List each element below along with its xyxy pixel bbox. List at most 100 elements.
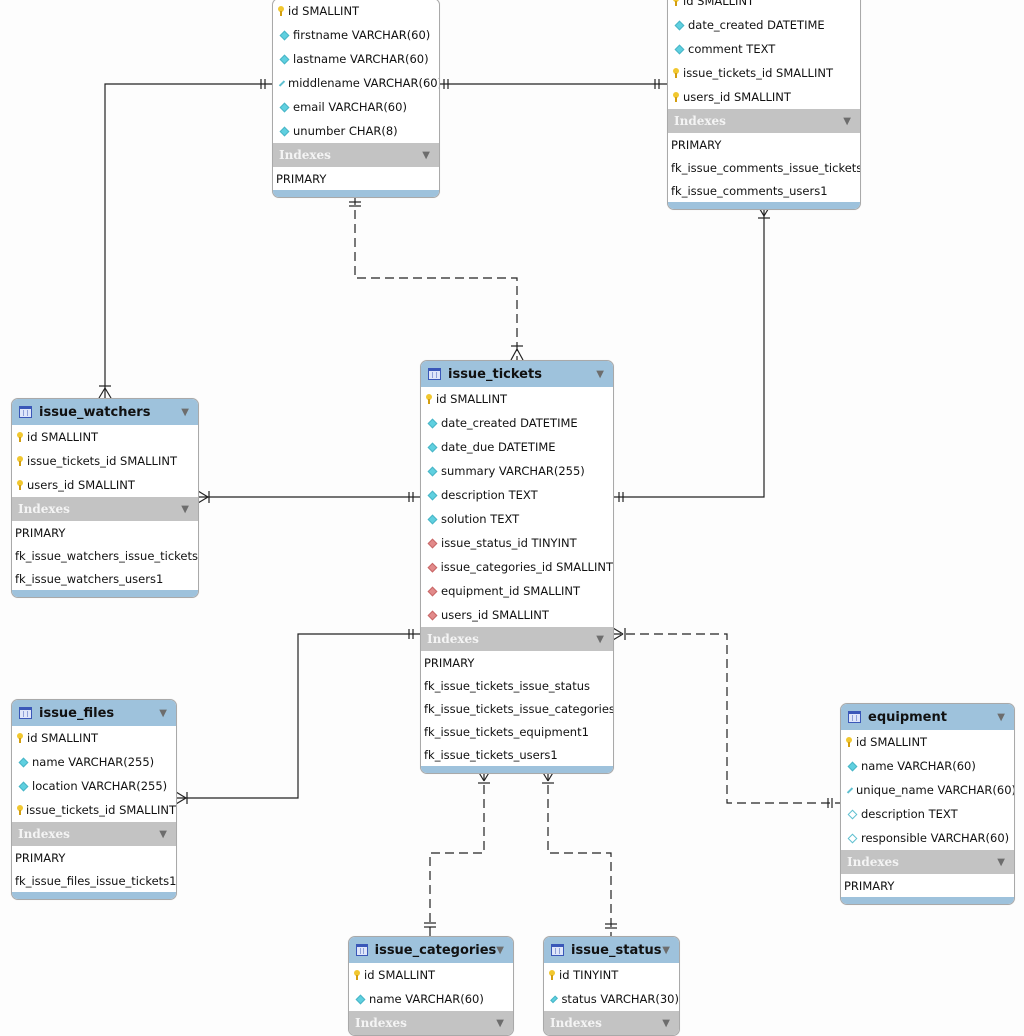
index-row[interactable]: fk_issue_comments_users1 bbox=[668, 179, 860, 202]
table-issue-categories[interactable]: issue_categories ▼ id SMALLINT name VARCHAR… bbox=[348, 936, 514, 1036]
column-row[interactable]: description TEXT bbox=[841, 802, 1014, 826]
column-row[interactable]: id SMALLINT bbox=[841, 730, 1014, 754]
table-issue-tickets[interactable]: issue_tickets ▼ id SMALLINT date_created DA… bbox=[420, 360, 614, 774]
column-definition: firstname VARCHAR(60) bbox=[293, 28, 431, 42]
table-issue-comments[interactable]: id SMALLINT date_created DATETIME comment … bbox=[667, 0, 861, 210]
collapse-triangle-icon[interactable]: ▼ bbox=[181, 407, 189, 418]
collapse-triangle-icon[interactable]: ▼ bbox=[997, 712, 1005, 723]
index-row[interactable]: fk_issue_tickets_issue_categories1 bbox=[421, 697, 613, 720]
column-row[interactable]: name VARCHAR(255) bbox=[12, 750, 176, 774]
relationship-issue-tickets-issue-files[interactable] bbox=[175, 629, 420, 805]
column-row[interactable]: id TINYINT bbox=[544, 963, 679, 987]
index-row[interactable]: fk_issue_tickets_equipment1 bbox=[421, 720, 613, 743]
indexes-section-header[interactable]: Indexes ▼ bbox=[273, 143, 439, 167]
column-row[interactable]: summary VARCHAR(255) bbox=[421, 459, 613, 483]
relationship-users-issue-comments[interactable] bbox=[438, 79, 668, 89]
index-row[interactable]: PRIMARY bbox=[12, 846, 176, 869]
column-row[interactable]: email VARCHAR(60) bbox=[273, 95, 439, 119]
column-row[interactable]: lastname VARCHAR(60) bbox=[273, 47, 439, 71]
table-issue-files[interactable]: issue_files ▼ id SMALLINT name VARCHAR(255)… bbox=[11, 699, 177, 900]
index-row[interactable]: PRIMARY bbox=[12, 521, 198, 544]
column-row[interactable]: location VARCHAR(255) bbox=[12, 774, 176, 798]
column-row[interactable]: id SMALLINT bbox=[421, 387, 613, 411]
column-row[interactable]: id SMALLINT bbox=[668, 0, 860, 13]
table-header[interactable]: issue_watchers ▼ bbox=[12, 399, 198, 425]
column-row[interactable]: issue_tickets_id SMALLINT bbox=[12, 798, 176, 822]
column-row[interactable]: responsible VARCHAR(60) bbox=[841, 826, 1014, 850]
index-row[interactable]: PRIMARY bbox=[668, 133, 860, 156]
table-header[interactable]: issue_tickets ▼ bbox=[421, 361, 613, 387]
column-row[interactable]: unumber CHAR(8) bbox=[273, 119, 439, 143]
column-row[interactable]: status VARCHAR(30) bbox=[544, 987, 679, 1011]
column-row[interactable]: description TEXT bbox=[421, 483, 613, 507]
index-row[interactable]: fk_issue_tickets_users1 bbox=[421, 743, 613, 766]
index-row[interactable]: fk_issue_comments_issue_tickets1 bbox=[668, 156, 860, 179]
column-row[interactable]: users_id SMALLINT bbox=[12, 473, 198, 497]
table-users[interactable]: id SMALLINT firstname VARCHAR(60) lastname… bbox=[272, 0, 440, 198]
column-row[interactable]: users_id SMALLINT bbox=[421, 603, 613, 627]
collapse-triangle-icon[interactable]: ▼ bbox=[422, 150, 430, 161]
indexes-section-header[interactable]: Indexes ▼ bbox=[349, 1011, 513, 1035]
indexes-section-header[interactable]: Indexes ▼ bbox=[668, 109, 860, 133]
relationship-equipment-issue-tickets[interactable] bbox=[612, 627, 840, 808]
column-row[interactable]: issue_status_id TINYINT bbox=[421, 531, 613, 555]
indexes-section-header[interactable]: Indexes ▼ bbox=[841, 850, 1014, 874]
column-row[interactable]: firstname VARCHAR(60) bbox=[273, 23, 439, 47]
column-row[interactable]: date_created DATETIME bbox=[421, 411, 613, 435]
relationship-issue-tickets-issue-comments[interactable] bbox=[612, 205, 771, 502]
column-row[interactable]: id SMALLINT bbox=[12, 726, 176, 750]
indexes-section-header[interactable]: Indexes ▼ bbox=[421, 627, 613, 651]
column-row[interactable]: date_due DATETIME bbox=[421, 435, 613, 459]
relationship-issue-categories-issue-tickets[interactable] bbox=[424, 770, 491, 936]
table-name: issue_status bbox=[571, 942, 662, 958]
collapse-triangle-icon[interactable]: ▼ bbox=[596, 369, 604, 380]
collapse-triangle-icon[interactable]: ▼ bbox=[496, 945, 504, 956]
table-header[interactable]: issue_status ▼ bbox=[544, 937, 679, 963]
table-issue-status[interactable]: issue_status ▼ id TINYINT status VARCHAR(30… bbox=[543, 936, 680, 1036]
index-row[interactable]: fk_issue_tickets_issue_status bbox=[421, 674, 613, 697]
collapse-triangle-icon[interactable]: ▼ bbox=[496, 1018, 504, 1029]
column-definition: equipment_id SMALLINT bbox=[441, 584, 581, 598]
collapse-triangle-icon[interactable]: ▼ bbox=[662, 1018, 670, 1029]
column-row[interactable]: id SMALLINT bbox=[349, 963, 513, 987]
indexes-section-header[interactable]: Indexes ▼ bbox=[544, 1011, 679, 1035]
column-row[interactable]: equipment_id SMALLINT bbox=[421, 579, 613, 603]
collapse-triangle-icon[interactable]: ▼ bbox=[596, 634, 604, 645]
indexes-section-header[interactable]: Indexes ▼ bbox=[12, 497, 198, 521]
collapse-triangle-icon[interactable]: ▼ bbox=[662, 945, 670, 956]
column-row[interactable]: id SMALLINT bbox=[12, 425, 198, 449]
column-row[interactable]: issue_categories_id SMALLINT bbox=[421, 555, 613, 579]
collapse-triangle-icon[interactable]: ▼ bbox=[159, 708, 167, 719]
collapse-triangle-icon[interactable]: ▼ bbox=[181, 504, 189, 515]
relationship-users-issue-watchers[interactable] bbox=[98, 79, 272, 399]
relationship-issue-status-issue-tickets[interactable] bbox=[541, 770, 617, 936]
column-row[interactable]: issue_tickets_id SMALLINT bbox=[12, 449, 198, 473]
indexes-section-header[interactable]: Indexes ▼ bbox=[12, 822, 176, 846]
collapse-triangle-icon[interactable]: ▼ bbox=[997, 857, 1005, 868]
relationship-issue-tickets-issue-watchers[interactable] bbox=[197, 490, 420, 504]
table-header[interactable]: issue_files ▼ bbox=[12, 700, 176, 726]
column-row[interactable]: solution TEXT bbox=[421, 507, 613, 531]
index-row[interactable]: fk_issue_watchers_issue_tickets1 bbox=[12, 544, 198, 567]
collapse-triangle-icon[interactable]: ▼ bbox=[159, 829, 167, 840]
column-row[interactable]: comment TEXT bbox=[668, 37, 860, 61]
table-header[interactable]: issue_categories ▼ bbox=[349, 937, 513, 963]
index-row[interactable]: fk_issue_watchers_users1 bbox=[12, 567, 198, 590]
index-row[interactable]: PRIMARY bbox=[273, 167, 439, 190]
column-row[interactable]: issue_tickets_id SMALLINT bbox=[668, 61, 860, 85]
index-row[interactable]: fk_issue_files_issue_tickets1 bbox=[12, 869, 176, 892]
column-row[interactable]: name VARCHAR(60) bbox=[349, 987, 513, 1011]
index-row[interactable]: PRIMARY bbox=[841, 874, 1014, 897]
column-row[interactable]: name VARCHAR(60) bbox=[841, 754, 1014, 778]
table-equipment[interactable]: equipment ▼ id SMALLINT name VARCHAR(60) uni… bbox=[840, 703, 1015, 905]
column-row[interactable]: users_id SMALLINT bbox=[668, 85, 860, 109]
relationship-users-issue-tickets[interactable] bbox=[349, 196, 524, 361]
column-row[interactable]: unique_name VARCHAR(60) bbox=[841, 778, 1014, 802]
column-row[interactable]: id SMALLINT bbox=[273, 0, 439, 23]
table-header[interactable]: equipment ▼ bbox=[841, 704, 1014, 730]
index-row[interactable]: PRIMARY bbox=[421, 651, 613, 674]
column-row[interactable]: middlename VARCHAR(60) bbox=[273, 71, 439, 95]
collapse-triangle-icon[interactable]: ▼ bbox=[843, 116, 851, 127]
table-issue-watchers[interactable]: issue_watchers ▼ id SMALLINT issue_tickets_… bbox=[11, 398, 199, 598]
column-row[interactable]: date_created DATETIME bbox=[668, 13, 860, 37]
